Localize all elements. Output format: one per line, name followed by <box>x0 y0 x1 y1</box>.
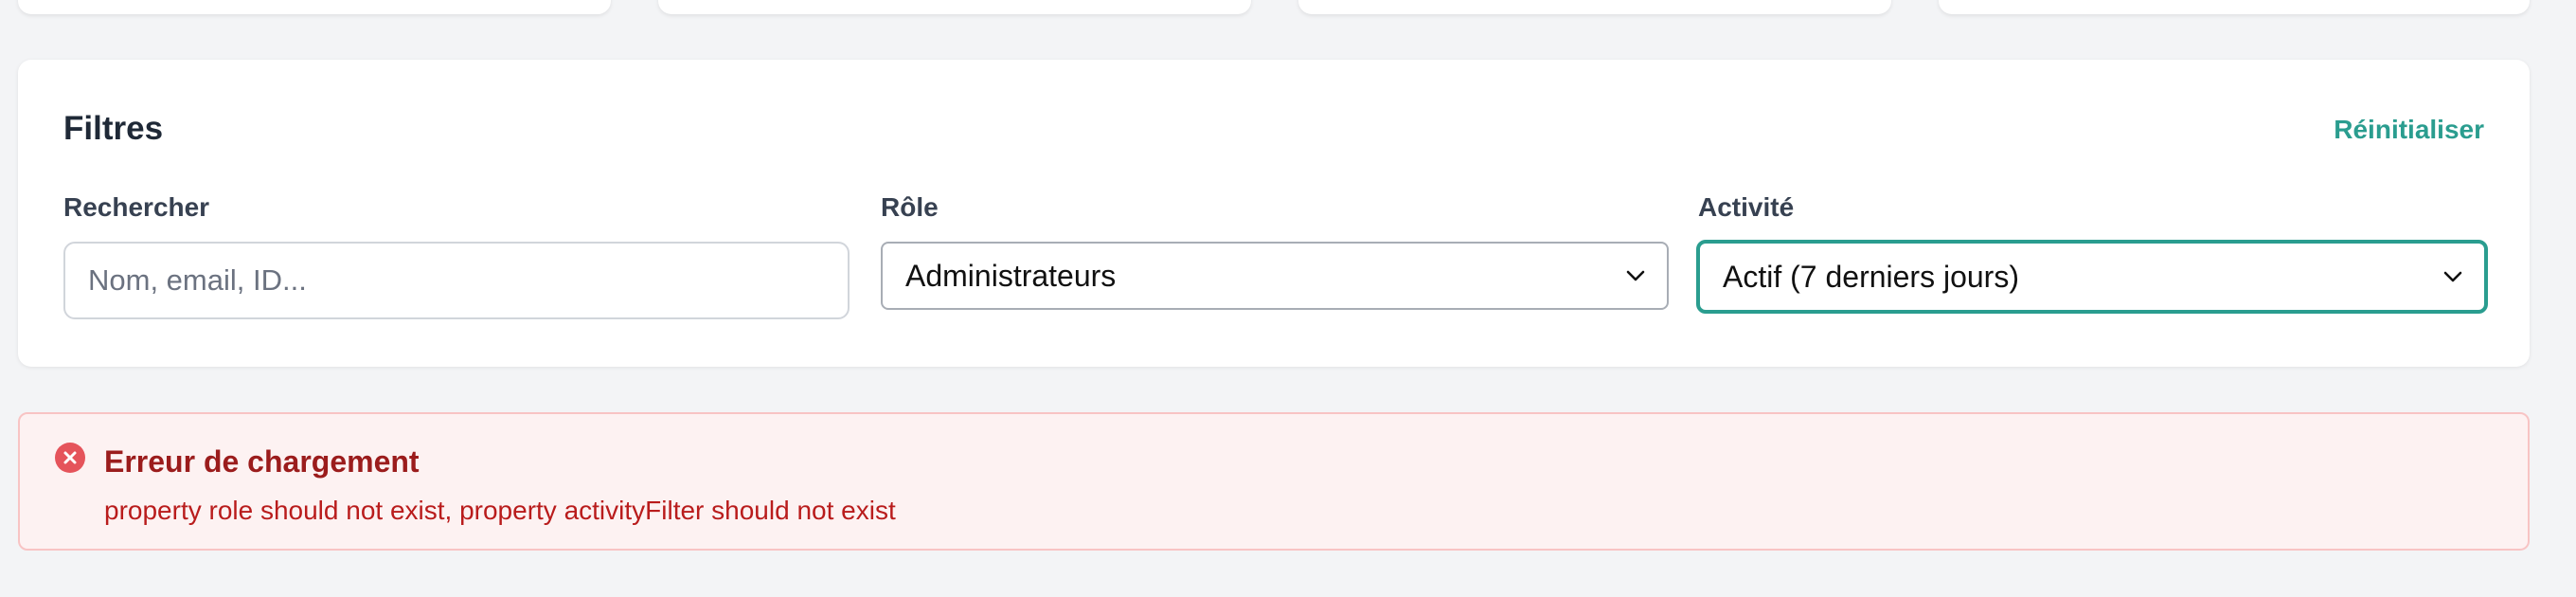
role-label: Rôle <box>881 192 939 222</box>
reset-filters-link[interactable]: Réinitialiser <box>2334 117 2484 143</box>
chevron-down-icon <box>2443 271 2462 282</box>
error-title: Erreur de chargement <box>104 444 420 479</box>
role-select-value: Administrateurs <box>905 259 1117 293</box>
filters-panel: Filtres Réinitialiser Rechercher Rôle Ad… <box>18 60 2530 367</box>
filters-title: Filtres <box>63 110 164 147</box>
activity-select-value: Actif (7 derniers jours) <box>1723 260 2019 294</box>
activity-select[interactable]: Actif (7 derniers jours) <box>1696 240 2488 314</box>
stat-card-4 <box>1939 0 2530 14</box>
search-label: Rechercher <box>63 192 210 222</box>
stat-card-2 <box>658 0 1251 14</box>
error-message: property role should not exist, property… <box>104 496 896 525</box>
chevron-down-icon <box>1626 270 1645 281</box>
role-select[interactable]: Administrateurs <box>881 242 1669 310</box>
search-input[interactable] <box>63 242 850 319</box>
error-banner: Erreur de chargement property role shoul… <box>18 412 2530 551</box>
activity-label: Activité <box>1698 192 1795 222</box>
stat-card-1 <box>18 0 611 14</box>
stat-card-3 <box>1298 0 1891 14</box>
x-circle-icon <box>55 443 85 473</box>
